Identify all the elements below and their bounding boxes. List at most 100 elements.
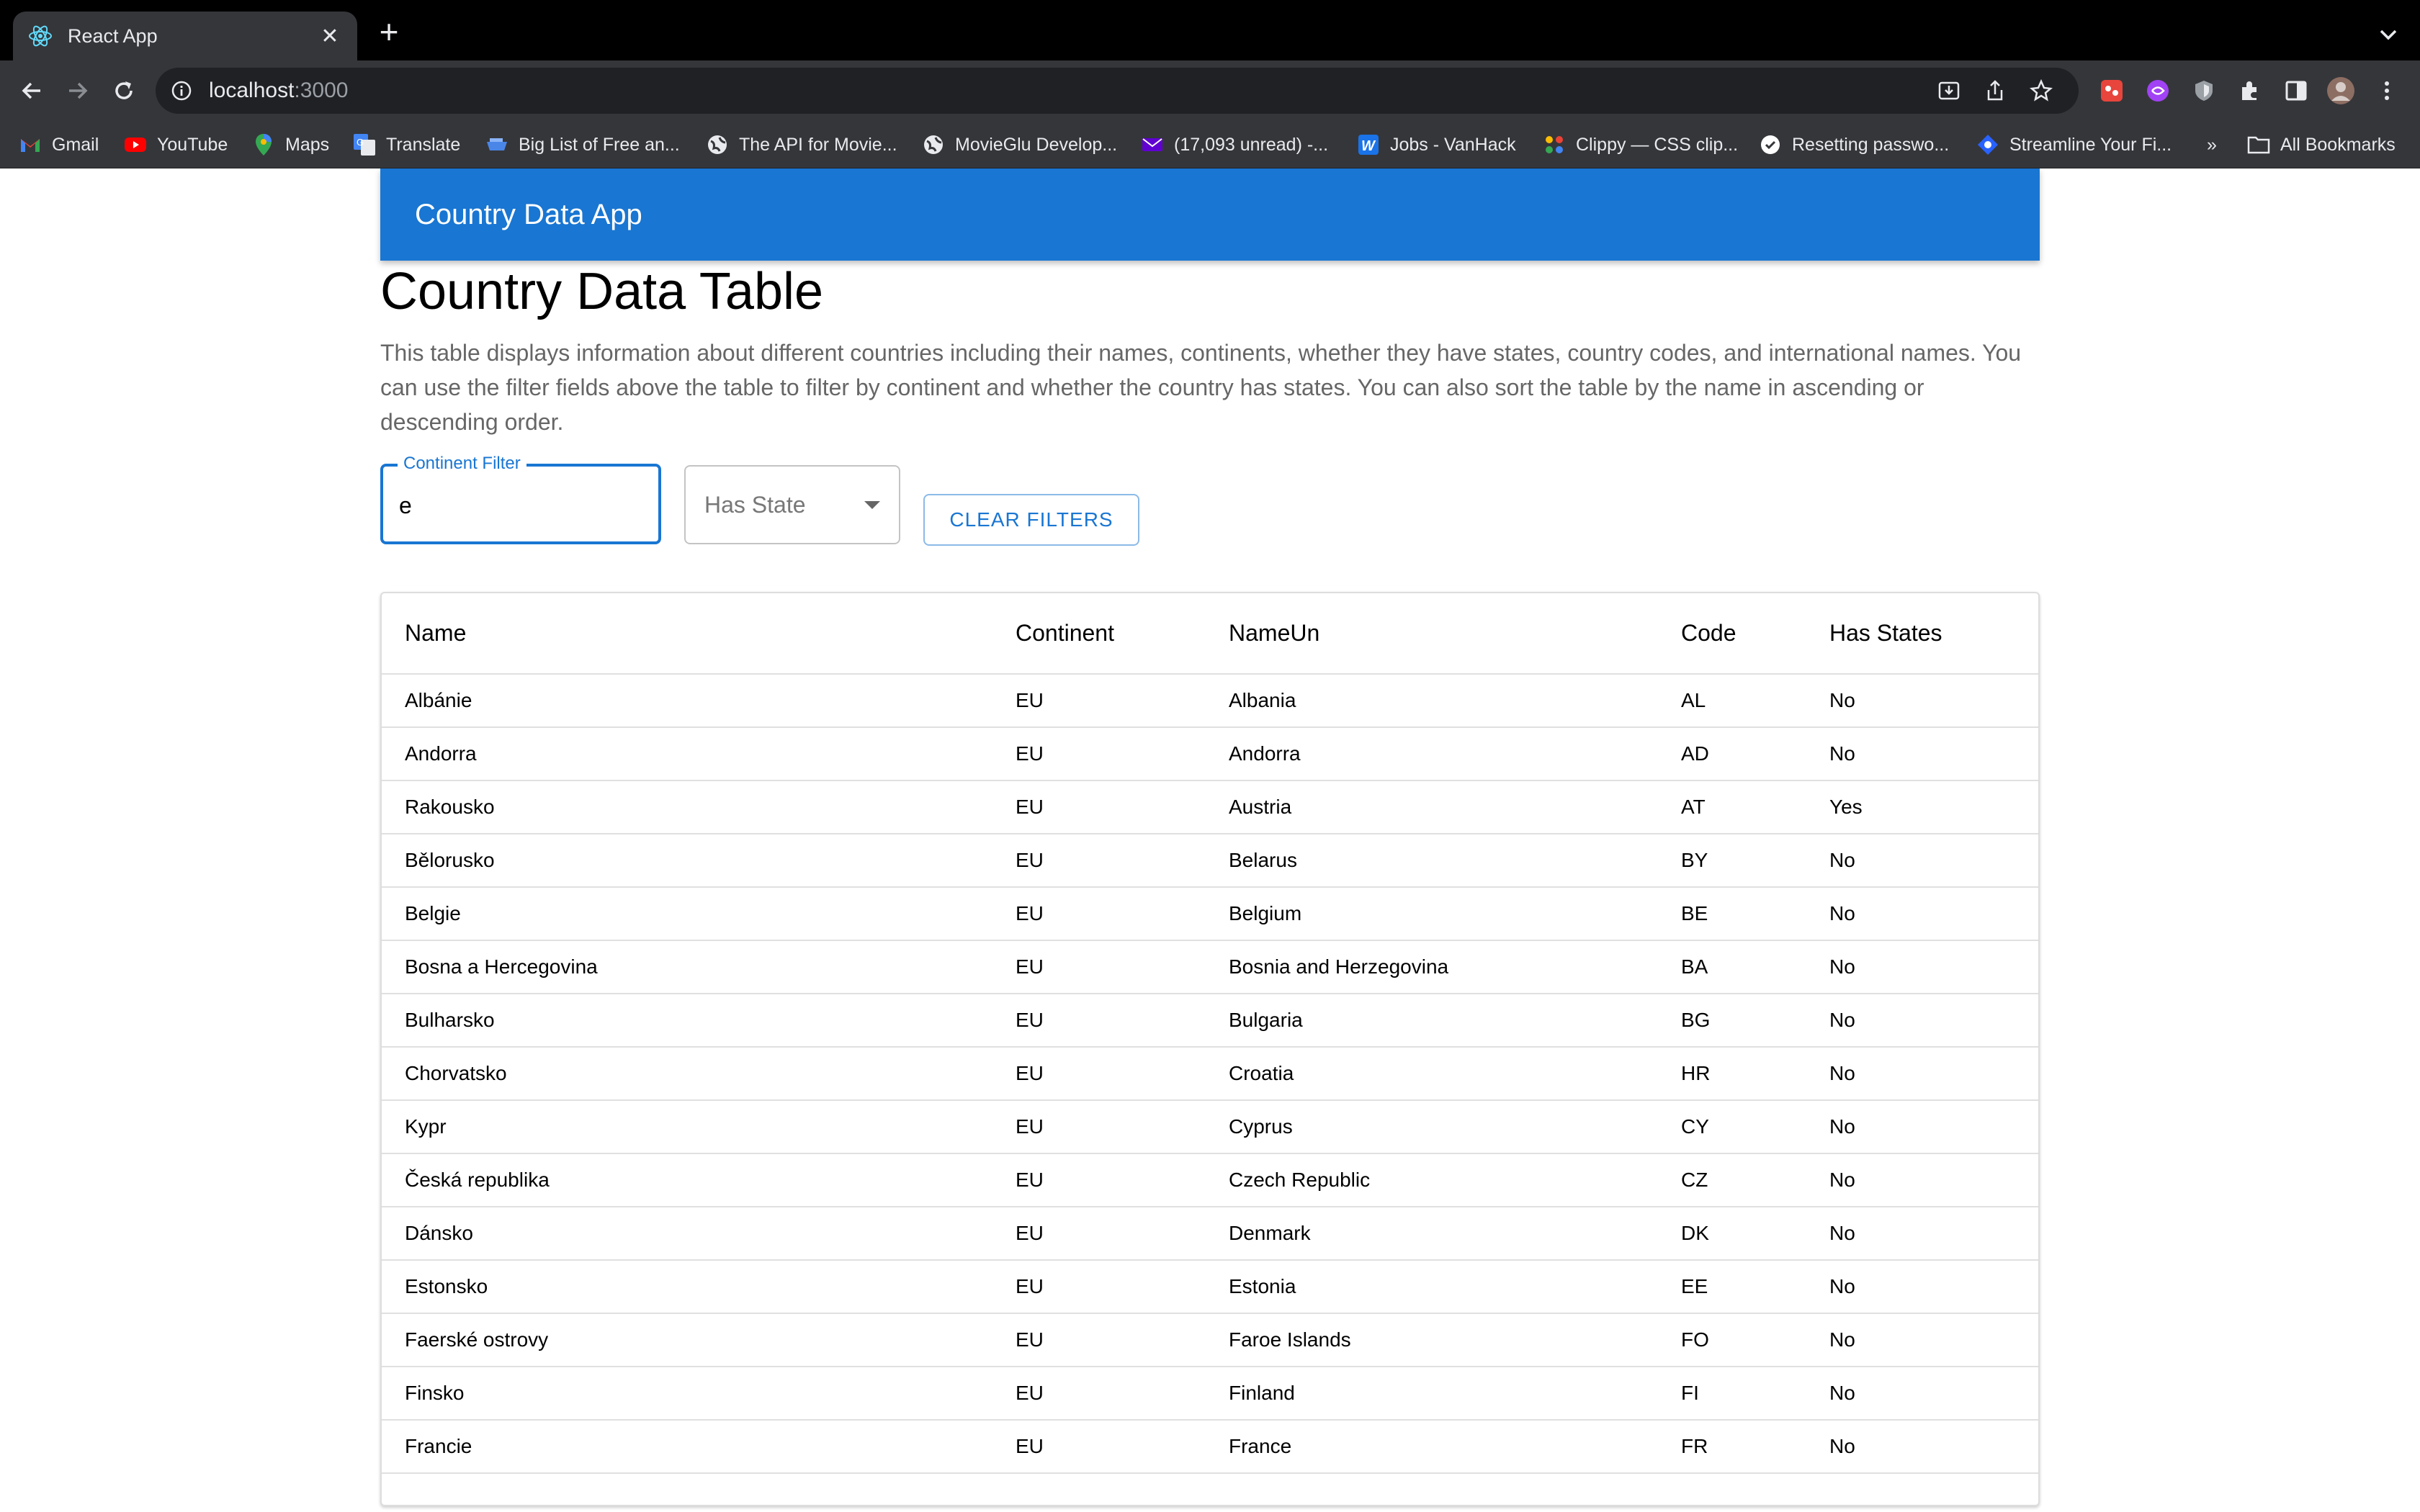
cell-nameun: Denmark bbox=[1206, 1207, 1658, 1261]
more-bookmarks-chevron[interactable]: » bbox=[2207, 130, 2217, 160]
cell-continent: EU bbox=[992, 1100, 1206, 1154]
table-row[interactable]: Česká republika EU Czech Republic CZ No bbox=[382, 1153, 2038, 1207]
table-row[interactable]: Belgie EU Belgium BE No bbox=[382, 887, 2038, 941]
cell-code: CZ bbox=[1658, 1153, 1806, 1207]
table-row[interactable]: Bělorusko EU Belarus BY No bbox=[382, 834, 2038, 888]
clear-filters-button[interactable]: CLEAR FILTERS bbox=[923, 494, 1139, 546]
svg-text:W: W bbox=[1361, 138, 1376, 154]
bookmark-star-icon[interactable] bbox=[2027, 76, 2056, 105]
url-port: :3000 bbox=[294, 78, 349, 102]
cell-nameun: Cyprus bbox=[1206, 1100, 1658, 1154]
all-bookmarks-folder[interactable]: All Bookmarks bbox=[2247, 130, 2396, 160]
app-title: Country Data App bbox=[415, 198, 642, 230]
continent-filter-field[interactable]: Continent Filter bbox=[380, 454, 661, 544]
cell-continent: EU bbox=[992, 994, 1206, 1048]
cell-name: Kypr bbox=[382, 1100, 992, 1154]
bookmark-gmail[interactable]: Gmail bbox=[19, 130, 99, 160]
bookmark-big-list[interactable]: Big List of Free an... bbox=[485, 130, 680, 160]
cell-nameun: Austria bbox=[1206, 780, 1658, 834]
cell-nameun: Czech Republic bbox=[1206, 1153, 1658, 1207]
gmail-icon bbox=[19, 133, 42, 156]
extension-purple-icon[interactable] bbox=[2142, 75, 2174, 107]
bookmark-label: Resetting passwo... bbox=[1792, 134, 1950, 155]
chevron-down-icon[interactable] bbox=[2374, 20, 2403, 49]
cell-continent: EU bbox=[992, 1260, 1206, 1314]
site-info-icon[interactable] bbox=[170, 79, 193, 102]
browser-toolbar: localhost:3000 bbox=[0, 60, 2420, 121]
new-tab-icon[interactable]: + bbox=[372, 15, 406, 50]
table-row[interactable]: Andorra EU Andorra AD No bbox=[382, 727, 2038, 781]
shield-icon[interactable] bbox=[2188, 75, 2220, 107]
extensions-puzzle-icon[interactable] bbox=[2234, 75, 2266, 107]
cell-name: Rakousko bbox=[382, 780, 992, 834]
continent-filter-label: Continent Filter bbox=[398, 454, 526, 474]
profile-avatar-icon[interactable] bbox=[2325, 75, 2357, 107]
browser-tab[interactable]: React App ✕ bbox=[13, 12, 357, 60]
cell-has-states: No bbox=[1806, 1260, 2038, 1314]
all-bookmarks-label: All Bookmarks bbox=[2280, 134, 2396, 155]
table-row[interactable]: Dánsko EU Denmark DK No bbox=[382, 1207, 2038, 1261]
bookmark-label: (17,093 unread) -... bbox=[1174, 134, 1329, 155]
address-bar[interactable]: localhost:3000 bbox=[156, 68, 2079, 114]
bookmark-movieglu[interactable]: MovieGlu Develop... bbox=[922, 130, 1117, 160]
cell-code: BA bbox=[1658, 940, 1806, 994]
cell-has-states: No bbox=[1806, 1207, 2038, 1261]
continent-filter-input[interactable] bbox=[399, 488, 629, 523]
bookmark-movie-api[interactable]: The API for Movie... bbox=[706, 130, 897, 160]
cell-has-states: No bbox=[1806, 1047, 2038, 1101]
cell-code: HR bbox=[1658, 1047, 1806, 1101]
globe-icon bbox=[922, 133, 945, 156]
table-row[interactable]: Faerské ostrovy EU Faroe Islands FO No bbox=[382, 1313, 2038, 1367]
bookmark-clippy[interactable]: Clippy — CSS clip... bbox=[1543, 130, 1738, 160]
table-row[interactable]: Estonsko EU Estonia EE No bbox=[382, 1260, 2038, 1314]
cell-continent: EU bbox=[992, 887, 1206, 941]
bookmark-streamline[interactable]: Streamline Your Fi... bbox=[1976, 130, 2172, 160]
side-panel-icon[interactable] bbox=[2280, 75, 2312, 107]
bookmark-label: Clippy — CSS clip... bbox=[1576, 134, 1739, 155]
cell-continent: EU bbox=[992, 674, 1206, 728]
reload-icon[interactable] bbox=[107, 73, 141, 108]
bookmark-icon bbox=[485, 133, 508, 156]
cell-nameun: Andorra bbox=[1206, 727, 1658, 781]
table-row[interactable]: Chorvatsko EU Croatia HR No bbox=[382, 1047, 2038, 1101]
cell-nameun: Faroe Islands bbox=[1206, 1313, 1658, 1367]
bookmark-mail[interactable]: (17,093 unread) -... bbox=[1141, 130, 1328, 160]
bookmark-label: Maps bbox=[285, 134, 330, 155]
forward-arrow-icon[interactable] bbox=[60, 73, 95, 108]
cell-nameun: Bosnia and Herzegovina bbox=[1206, 940, 1658, 994]
bookmark-label: Gmail bbox=[52, 134, 99, 155]
table-row[interactable]: Rakousko EU Austria AT Yes bbox=[382, 780, 2038, 834]
cell-code: BE bbox=[1658, 887, 1806, 941]
install-app-icon[interactable] bbox=[1935, 76, 1963, 105]
clippy-icon bbox=[1543, 133, 1566, 156]
back-arrow-icon[interactable] bbox=[14, 73, 49, 108]
cell-has-states: No bbox=[1806, 1100, 2038, 1154]
bookmark-translate[interactable]: G Translate bbox=[353, 130, 460, 160]
table-row[interactable]: Finsko EU Finland FI No bbox=[382, 1367, 2038, 1421]
globe-icon bbox=[706, 133, 729, 156]
share-icon[interactable] bbox=[1981, 76, 2009, 105]
page-viewport: Country Data App Country Data Table This… bbox=[0, 168, 2420, 1512]
table-row[interactable]: Bosna a Hercegovina EU Bosnia and Herzegov… bbox=[382, 940, 2038, 994]
bookmark-maps[interactable]: Maps bbox=[252, 130, 329, 160]
has-state-label: Has State bbox=[704, 491, 806, 518]
more-menu-icon[interactable] bbox=[2371, 75, 2403, 107]
extension-red-icon[interactable] bbox=[2096, 75, 2128, 107]
table-row[interactable]: Albánie EU Albania AL No bbox=[382, 674, 2038, 728]
bookmark-vanhack[interactable]: W Jobs - VanHack bbox=[1357, 130, 1516, 160]
header-name[interactable]: Name bbox=[382, 593, 992, 675]
table-row[interactable]: Francie EU France FR No bbox=[382, 1420, 2038, 1474]
translate-icon: G bbox=[353, 133, 376, 156]
table-row[interactable]: Kypr EU Cyprus CY No bbox=[382, 1100, 2038, 1154]
close-tab-icon[interactable]: ✕ bbox=[317, 24, 343, 49]
cell-continent: EU bbox=[992, 834, 1206, 888]
cell-name: Belgie bbox=[382, 887, 992, 941]
cell-has-states: Yes bbox=[1806, 780, 2038, 834]
cell-nameun: Bulgaria bbox=[1206, 994, 1658, 1048]
bookmark-resetting-password[interactable]: Resetting passwo... bbox=[1759, 130, 1949, 160]
bookmark-youtube[interactable]: YouTube bbox=[124, 130, 228, 160]
cell-has-states: No bbox=[1806, 940, 2038, 994]
has-state-select[interactable]: Has State bbox=[684, 465, 900, 544]
bookmark-label: MovieGlu Develop... bbox=[955, 134, 1118, 155]
table-row[interactable]: Bulharsko EU Bulgaria BG No bbox=[382, 994, 2038, 1048]
